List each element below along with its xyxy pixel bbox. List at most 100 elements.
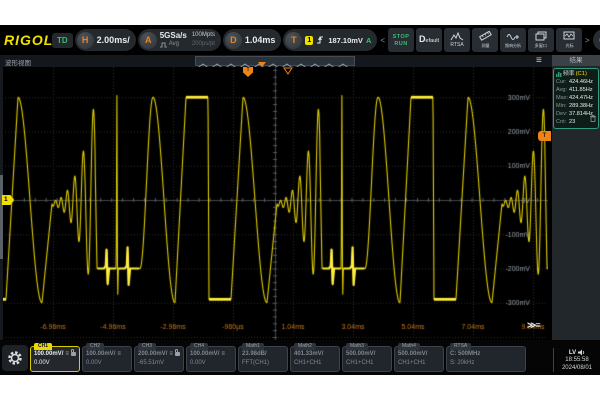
results-panel: 结果 频率(C1) Cur:424.46HzAvg:411.85HzMax:42… <box>552 55 600 340</box>
view-menu-icon[interactable]: ≡ <box>536 55 542 67</box>
default-button[interactable]: Default <box>416 28 442 52</box>
default-label-rest: efault <box>426 38 439 44</box>
channel-card-RTSA[interactable]: RTSAC: 500MHzS: 20kHz <box>446 346 526 372</box>
lock-icon <box>175 352 180 356</box>
channel-offset: S: 20kHz <box>450 359 522 368</box>
channel-card-Math4[interactable]: Math4500.00mV/CH1+CH1 <box>394 346 444 372</box>
channel-offset: FFT(CH1) <box>242 359 284 368</box>
sound-icon <box>578 349 585 356</box>
horizontal-control[interactable]: H 2.00ms/ <box>75 29 136 51</box>
oscilloscope-screen: RIGOL TD H 2.00ms/ A 5GSa/s Avg 100Mpts … <box>0 25 600 375</box>
rtsa-button[interactable]: RTSA <box>444 28 470 52</box>
channel-scale: 500.00mV/ <box>346 349 375 359</box>
channel-scale: 100.00mV/ <box>86 349 115 359</box>
run-label: RUN <box>394 41 407 47</box>
channel-tab: CH4 <box>190 343 208 350</box>
trigger-level-marker[interactable]: T <box>538 131 551 141</box>
measure-button[interactable]: 测量 <box>472 28 498 52</box>
gear-icon <box>7 350 23 366</box>
channel-scale: 100.00mV/ <box>190 349 219 359</box>
channel-tab: CH1 <box>34 343 52 350</box>
results-title: 结果 <box>552 55 600 66</box>
rigol-logo: RIGOL <box>4 32 50 48</box>
sine-plus-icon <box>506 32 520 41</box>
stop-label: STOP <box>393 34 410 40</box>
channel-offset: 0.00V <box>86 359 128 368</box>
sample-rate: 5GSa/s <box>160 31 187 40</box>
toolbar-scroll-left[interactable]: < <box>379 36 386 45</box>
timebase-value: 2.00ms/ <box>97 35 130 45</box>
measurement-source: (C1) <box>576 70 587 78</box>
delete-measurement-icon[interactable] <box>590 109 596 127</box>
channel-tab: Math4 <box>398 343 420 350</box>
channel-scale: 200.00mV/ <box>138 349 167 359</box>
scrollbar-thumb[interactable] <box>0 175 3 259</box>
bw-limit-icon: ≡ <box>221 351 225 357</box>
bw-limit-icon: ≡ <box>169 351 173 357</box>
time-display: 18:55:58 <box>562 356 592 364</box>
acquisition-control[interactable]: A 5GSa/s Avg 100Mpts 200ps/pt <box>138 29 221 51</box>
center-position-marker <box>283 67 293 75</box>
waveform-canvas[interactable] <box>2 67 548 340</box>
rising-edge-icon <box>316 35 325 45</box>
trigger-control[interactable]: T 1 187.10mV A <box>283 29 377 51</box>
waveform-overview-strip[interactable] <box>195 56 355 66</box>
channel-card-Math2[interactable]: Math2401.33mV/CH1+CH1 <box>290 346 340 372</box>
channel-card-Math1[interactable]: Math123.98dB/FFT(CH1) <box>238 346 288 372</box>
delay-knob[interactable]: D <box>225 32 242 49</box>
multiwindow-label: 多窗口 <box>535 42 547 48</box>
acq-mode: Avg <box>169 40 179 49</box>
bode-button[interactable]: 频响分析 <box>500 28 526 52</box>
trigger-source-badge: 1 <box>305 36 313 45</box>
horizontal-knob[interactable]: H <box>77 32 94 49</box>
channel-card-CH4[interactable]: CH4100.00mV/≡0.00V <box>186 346 236 372</box>
mode-badge[interactable]: TD <box>52 33 73 48</box>
channel-scale: 401.33mV/ <box>294 349 323 359</box>
avg-mode-icon <box>160 42 167 48</box>
cursor-button[interactable]: 光标 <box>556 28 582 52</box>
delay-control[interactable]: D 1.04ms <box>223 29 282 51</box>
channel-tab: CH2 <box>86 343 104 350</box>
bode-label: 频响分析 <box>505 42 521 48</box>
settings-button[interactable] <box>2 345 28 371</box>
screenshot-page: RIGOL TD H 2.00ms/ A 5GSa/s Avg 100Mpts … <box>0 0 600 400</box>
acquisition-knob[interactable]: A <box>140 32 157 49</box>
date-display: 2024/08/01 <box>562 364 592 372</box>
toolbar-scroll-right[interactable]: > <box>584 36 591 45</box>
waveform-view-tab[interactable]: 波形视图 <box>5 57 31 67</box>
channel-tab: Math3 <box>346 343 368 350</box>
channel-scale: 500.00mV/ <box>398 349 427 359</box>
view-tab-bar: 波形视图 ≡ <box>0 55 552 67</box>
self-cal-button[interactable] <box>593 29 600 51</box>
channel-card-Math3[interactable]: Math3500.00mV/CH1+CH1 <box>342 346 392 372</box>
channel-card-CH2[interactable]: CH2100.00mV/≡ 0.00V <box>82 346 132 372</box>
expand-results-icon[interactable]: ≫≡ <box>527 320 540 331</box>
trigger-knob[interactable]: T <box>285 32 302 49</box>
spectrum-icon <box>450 32 464 41</box>
top-toolbar: RIGOL TD H 2.00ms/ A 5GSa/s Avg 100Mpts … <box>0 25 600 55</box>
status-indicator: LV <box>569 350 576 356</box>
stop-run-button[interactable]: STOP RUN <box>388 28 414 52</box>
delay-value: 1.04ms <box>245 35 276 45</box>
channel-status-bar: CH1100.00mV/≡0.00VCH2100.00mV/≡0.00VCH32… <box>0 340 600 375</box>
channel-offset: 0.00V <box>34 359 76 368</box>
measurement-row: Avg:411.85Hz <box>556 86 596 94</box>
channel-offset: CH1+CH1 <box>398 359 440 368</box>
measurement-row: Max:424.47Hz <box>556 94 596 102</box>
measure-label: 测量 <box>481 42 489 48</box>
measurement-card-freq-c1[interactable]: 频率(C1) Cur:424.46HzAvg:411.85HzMax:424.4… <box>553 68 599 129</box>
channel-card-CH1[interactable]: CH1100.00mV/≡0.00V <box>30 346 80 372</box>
channel-card-CH3[interactable]: CH3200.00mV/≡-65.51mV <box>134 346 184 372</box>
channel-scale: 23.98dB/ <box>242 349 267 359</box>
channel-offset: -65.51mV <box>138 359 180 368</box>
multiwindow-button[interactable]: 多窗口 <box>528 28 554 52</box>
ruler-icon <box>479 31 492 41</box>
sample-resolution: 200ps/pt <box>192 40 215 49</box>
bw-limit-icon: ≡ <box>117 351 121 357</box>
measurement-row: Cur:424.46Hz <box>556 78 596 86</box>
measurement-icon <box>556 71 562 77</box>
bw-limit-icon: ≡ <box>65 351 69 357</box>
trigger-sweep-mode: A <box>366 36 371 45</box>
channel-tab: RTSA <box>450 343 471 350</box>
trigger-level: 187.10mV <box>328 36 363 45</box>
